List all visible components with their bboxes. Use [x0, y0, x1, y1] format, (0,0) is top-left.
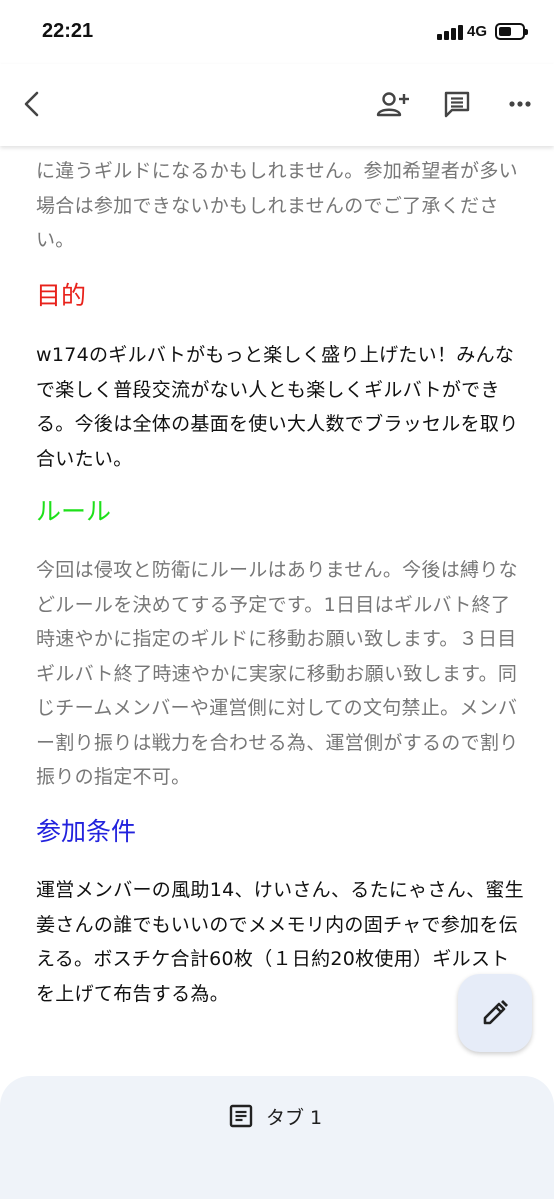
document-body[interactable]: に違うギルドになるかもしれません。参加希望者が多い場合は参加できないかもしれませ…	[0, 146, 554, 1076]
more-horizontal-icon	[509, 101, 531, 107]
intro-paragraph: に違うギルドになるかもしれません。参加希望者が多い場合は参加できないかもしれませ…	[36, 160, 518, 251]
status-bar: 22:21 4G	[0, 0, 554, 64]
conditions-paragraph: 運営メンバーの風助14、けいさん、るたにゃさん、蜜生姜さんの誰でもいいのでメメモ…	[36, 879, 524, 1005]
tab-label: タブ 1	[266, 1106, 323, 1129]
top-toolbar	[0, 64, 554, 146]
status-time: 22:21	[42, 20, 94, 42]
battery-icon	[495, 23, 528, 40]
pencil-edit-icon	[483, 1000, 508, 1025]
edit-fab-button[interactable]	[458, 974, 532, 1052]
network-type: 4G	[467, 23, 488, 40]
heading-purpose: 目的	[36, 281, 87, 310]
rules-paragraph: 今回は侵攻と防衛にルールはありません。今後は縛りなどルールを決めてする予定です。…	[36, 559, 519, 788]
add-person-icon	[376, 92, 409, 117]
share-add-person-button[interactable]	[371, 82, 415, 126]
heading-conditions: 参加条件	[36, 817, 137, 846]
comments-button[interactable]	[435, 82, 479, 126]
back-arrow-icon	[24, 91, 39, 117]
document-list-icon	[229, 1104, 253, 1128]
bottom-tab-bar: タブ 1	[0, 1076, 554, 1199]
more-options-button[interactable]	[498, 82, 542, 126]
comment-icon	[444, 91, 470, 118]
signal-strength-icon	[437, 24, 465, 40]
back-button[interactable]	[10, 82, 54, 126]
heading-rules: ルール	[36, 497, 112, 526]
purpose-paragraph: w174のギルバトがもっと楽しく盛り上げたい！みんなで楽しく普段交流がない人とも…	[36, 344, 519, 470]
tab-1[interactable]: タブ 1	[228, 1100, 322, 1132]
